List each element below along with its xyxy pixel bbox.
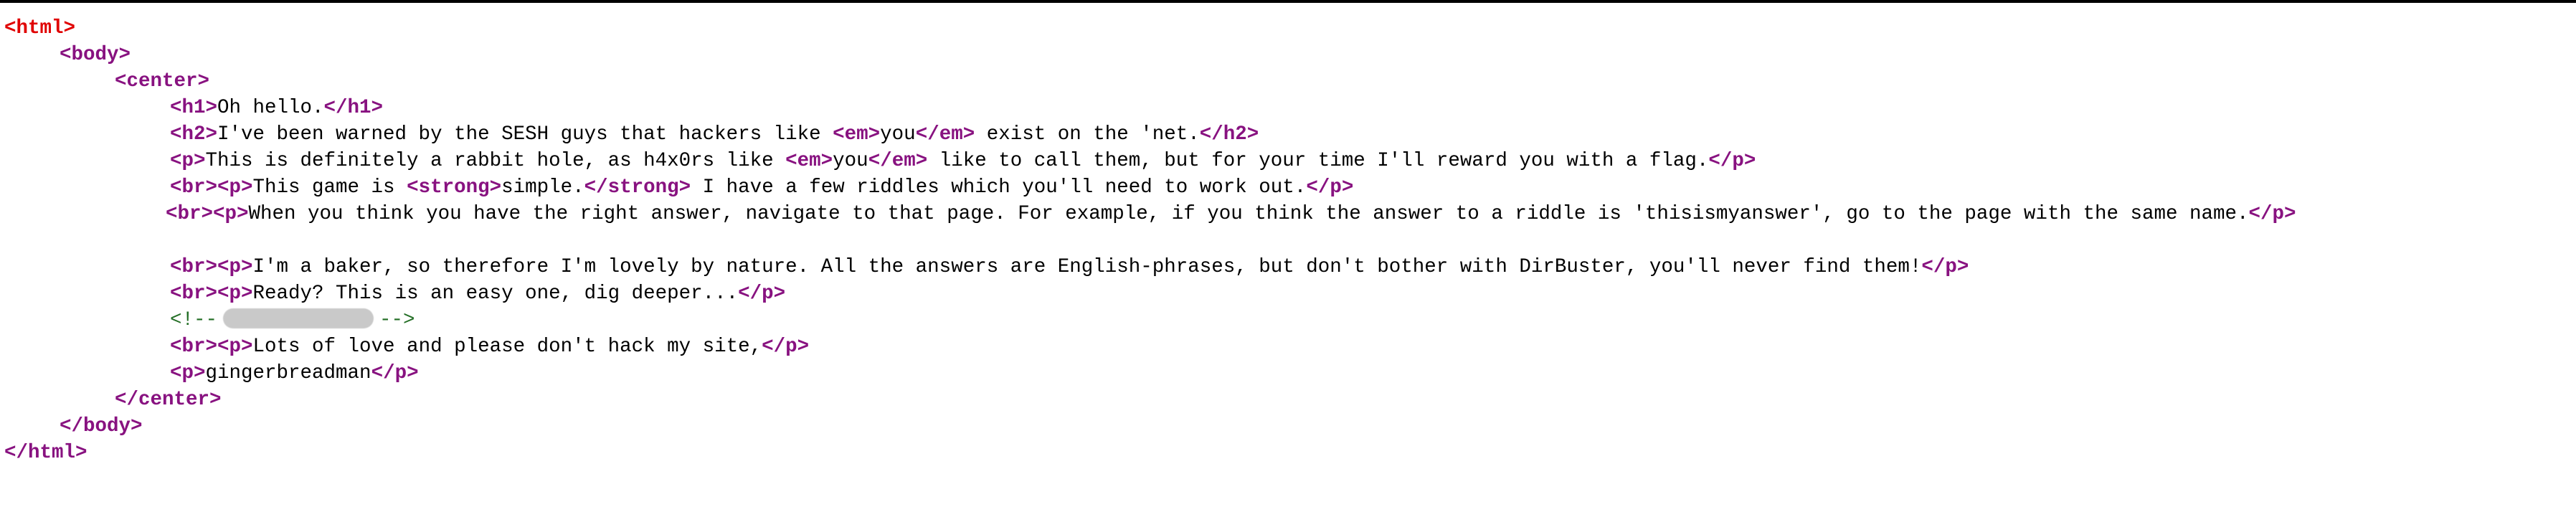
html-comment-line: <!-- --> xyxy=(170,308,415,331)
center-close-line: </center> xyxy=(115,389,222,411)
signature-paragraph-line: <p>gingerbreadman</p> xyxy=(170,362,419,384)
baker-paragraph-line: <br><p>I'm a baker, so therefore I'm lov… xyxy=(170,256,1969,278)
center-open-line: <center> xyxy=(115,70,210,93)
h2-line: <h2>I've been warned by the SESH guys th… xyxy=(170,123,1259,146)
body-close-line: </body> xyxy=(60,415,143,437)
html-source-view: <html> <body> <center> <h1>Oh hello.</h1… xyxy=(4,15,2572,466)
redacted-comment-content xyxy=(223,308,374,328)
body-open-line: <body> xyxy=(60,44,131,66)
h1-line: <h1>Oh hello.</h1> xyxy=(170,97,384,119)
ready-paragraph-line: <br><p>Ready? This is an easy one, dig d… xyxy=(170,283,786,305)
html-close-line: </html> xyxy=(4,442,87,464)
love-paragraph-line: <br><p>Lots of love and please don't hac… xyxy=(170,336,810,358)
rabbit-hole-paragraph-line: <p>This is definitely a rabbit hole, as … xyxy=(170,150,1756,172)
simple-game-paragraph-line: <br><p>This game is <strong>simple.</str… xyxy=(170,176,1354,199)
answer-instructions-paragraph-line: <br><p>When you think you have the right… xyxy=(166,203,2296,225)
html-open-line: <html> xyxy=(4,17,76,39)
top-border xyxy=(0,0,2576,3)
